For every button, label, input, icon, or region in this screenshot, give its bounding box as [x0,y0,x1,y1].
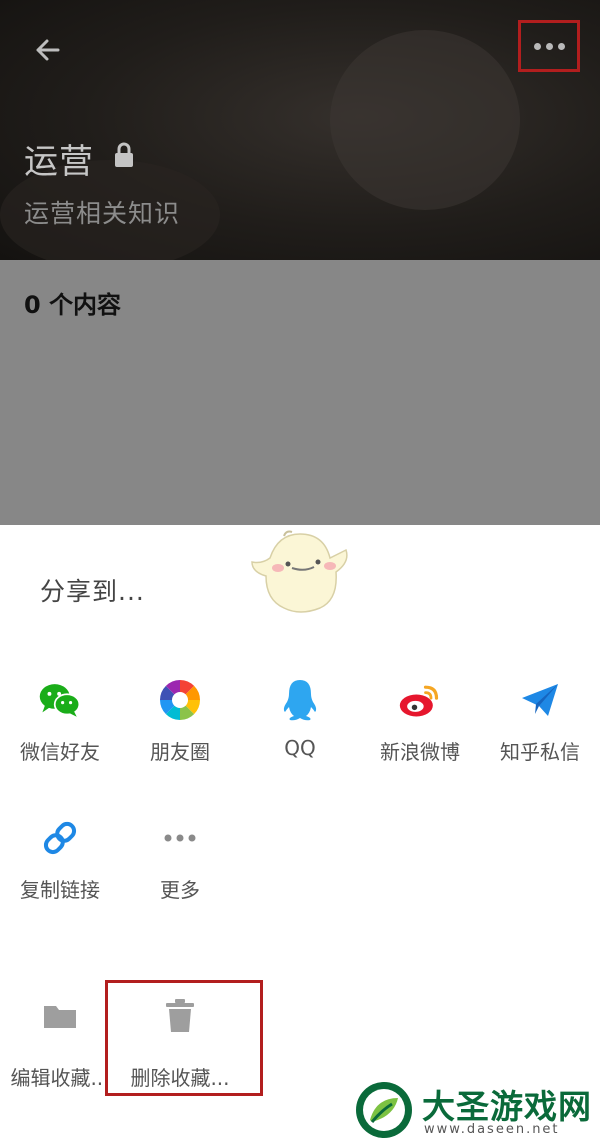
site-watermark: 大圣游戏网 www.daseen.net [350,1078,600,1142]
delete-highlight-box [105,980,263,1096]
lock-icon [115,142,133,167]
header-background-blur [330,30,520,210]
watermark-url: www.daseen.net [424,1122,560,1137]
share-moments-label: 朋友圈 [150,740,210,764]
collection-header: 运营 运营相关知识 [0,0,600,260]
weibo-icon [399,685,439,717]
arrow-left-icon [36,39,60,61]
share-qq[interactable]: QQ [240,678,360,760]
copy-link-label: 复制链接 [20,878,100,902]
item-count: 0 个内容 [24,285,121,320]
share-sheet-title: 分享到... [40,577,145,606]
more-horizontal-icon [533,42,565,50]
share-zhihu-message[interactable]: 知乎私信 [480,678,600,765]
share-qq-label: QQ [284,736,316,760]
share-wechat-friend-label: 微信好友 [20,740,100,764]
more-options-button[interactable] [518,20,580,72]
watermark-logo-icon [356,1082,412,1138]
collection-description: 运营相关知识 [24,199,181,228]
share-weibo[interactable]: 新浪微博 [360,678,480,765]
edit-collection-label: 编辑收藏... [10,1066,110,1090]
qq-icon [283,680,317,721]
more-share-button[interactable]: 更多 [120,816,240,903]
folder-icon [44,1006,76,1028]
share-zhihu-message-label: 知乎私信 [500,740,580,764]
copy-link-button[interactable]: 复制链接 [0,816,120,903]
more-dots-icon [164,834,196,842]
mascot-sticker-icon [251,530,348,613]
paper-plane-icon [522,684,558,716]
back-button[interactable] [28,30,68,70]
share-moments[interactable]: 朋友圈 [120,678,240,765]
link-icon [43,821,77,855]
wechat-icon [39,684,81,717]
share-weibo-label: 新浪微博 [380,740,460,764]
share-wechat-friend[interactable]: 微信好友 [0,678,120,765]
item-count-number: 0 [24,291,41,319]
moments-icon [160,680,200,720]
collection-title: 运营 [24,142,94,182]
item-count-unit: 个内容 [49,291,122,319]
edit-collection-button[interactable]: 编辑收藏... [0,996,120,1091]
watermark-name: 大圣游戏网 [422,1087,592,1126]
more-share-label: 更多 [160,878,200,902]
